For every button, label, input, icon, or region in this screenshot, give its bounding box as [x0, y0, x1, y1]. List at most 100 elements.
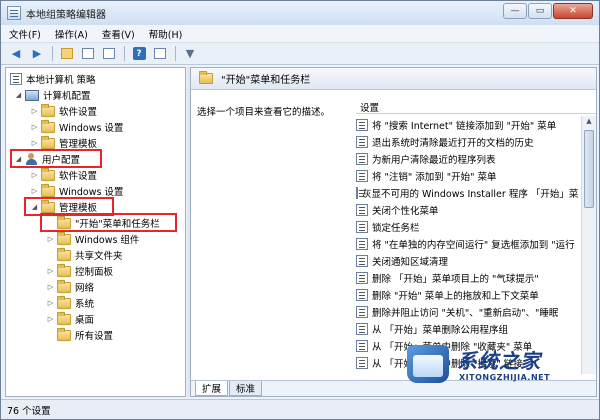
expand-arrow-icon[interactable]: ▷: [46, 283, 55, 291]
setting-label: 关闭个性化菜单: [372, 205, 439, 217]
expand-arrow-icon[interactable]: ▷: [30, 139, 39, 147]
setting-row[interactable]: 关闭个性化菜单: [356, 201, 578, 218]
policy-setting-icon: [356, 135, 368, 148]
settings-list: 将 "搜索 Internet" 链接添加到 "开始" 菜单 退出系统时清除最近打…: [356, 116, 578, 371]
tree-item-desktop[interactable]: ▷ 桌面: [46, 311, 94, 327]
tree-item-label: 网络: [75, 283, 95, 294]
tree-item-control-panel[interactable]: ▷ 控制面板: [46, 263, 113, 279]
setting-label: 删除并阻止访问 "关机"、"重新启动"、"睡眠: [372, 307, 559, 319]
expand-arrow-icon[interactable]: ▷: [30, 187, 39, 195]
setting-row[interactable]: 将 "在单独的内存空间运行" 复选框添加到 "运行: [356, 235, 578, 252]
window-title: 本地组策略编辑器: [26, 9, 106, 21]
help-icon[interactable]: ?: [130, 46, 148, 62]
scrollbar-thumb[interactable]: [584, 130, 594, 208]
tab-standard[interactable]: 标准: [229, 381, 263, 396]
tree-item-system[interactable]: ▷ 系统: [46, 295, 94, 311]
policy-setting-icon: [356, 152, 368, 165]
policy-setting-icon: [356, 118, 368, 131]
maximize-button[interactable]: ▭: [528, 3, 552, 19]
navigation-tree: 本地计算机 策略 ◢ 计算机配置 ▷ 软件设置 ▷ Windows 设置 ▷ 管…: [5, 67, 186, 397]
tree-item-label: 共享文件夹: [75, 251, 123, 262]
folder-icon: [41, 135, 55, 149]
collapse-arrow-icon[interactable]: ◢: [14, 91, 23, 99]
show-hide-tree-icon[interactable]: [79, 46, 97, 62]
back-icon[interactable]: ◀: [7, 46, 25, 62]
policy-setting-icon: [356, 322, 368, 335]
menu-bar: 文件(F) 操作(A) 查看(V) 帮助(H): [1, 25, 599, 43]
close-button[interactable]: ✕: [553, 3, 593, 19]
expand-arrow-icon[interactable]: ▷: [46, 315, 55, 323]
menu-view[interactable]: 查看(V): [102, 27, 135, 41]
forward-icon[interactable]: ▶: [28, 46, 46, 62]
expand-arrow-icon[interactable]: ▷: [30, 107, 39, 115]
setting-row[interactable]: 从 「开始」菜单删除公用程序组: [356, 320, 578, 337]
setting-label: 灰显不可用的 Windows Installer 程序 「开始」菜单: [362, 188, 578, 200]
details-title: "开始"菜单和任务栏: [221, 75, 311, 86]
setting-label: 从 「开始」菜单删除公用程序组: [372, 324, 509, 336]
up-folder-icon[interactable]: [58, 46, 76, 62]
tree-item-computer-config[interactable]: ◢ 计算机配置: [14, 87, 91, 103]
policy-setting-icon: [356, 186, 365, 199]
tree-item-software-settings[interactable]: ▷ 软件设置: [30, 103, 97, 119]
setting-row[interactable]: 将 "注销" 添加到 "开始" 菜单: [356, 167, 578, 184]
tree-item-label: 软件设置: [59, 171, 98, 182]
tree-item-label: 管理模板: [59, 139, 98, 150]
tree-item-label: Windows 组件: [75, 235, 140, 246]
watermark-text: 系统之家: [457, 349, 541, 373]
expand-arrow-icon[interactable]: ▷: [30, 171, 39, 179]
title-bar: 本地组策略编辑器 — ▭ ✕: [1, 1, 599, 25]
tree-item-label: 系统: [75, 299, 95, 310]
tree-item-all-settings[interactable]: 所有设置: [46, 327, 113, 343]
menu-help[interactable]: 帮助(H): [149, 27, 183, 41]
expand-arrow-icon[interactable]: ▷: [30, 123, 39, 131]
setting-row[interactable]: 关闭通知区域清理: [356, 252, 578, 269]
policy-icon: [10, 73, 22, 85]
setting-row[interactable]: 锁定任务栏: [356, 218, 578, 235]
tree-item-windows-settings[interactable]: ▷ Windows 设置: [30, 119, 123, 135]
expand-arrow-icon[interactable]: ▷: [46, 299, 55, 307]
properties-icon[interactable]: [151, 46, 169, 62]
tab-extended[interactable]: 扩展: [195, 381, 229, 396]
folder-icon: [41, 167, 55, 181]
setting-row[interactable]: 退出系统时清除最近打开的文档的历史: [356, 133, 578, 150]
setting-row[interactable]: 删除 "开始" 菜单上的拖放和上下文菜单: [356, 286, 578, 303]
setting-label: 为新用户清除最近的程序列表: [372, 154, 496, 166]
tree-item-label: 桌面: [75, 315, 95, 326]
tree-item-software-settings[interactable]: ▷ 软件设置: [30, 167, 97, 183]
tree-item-shared-folders[interactable]: 共享文件夹: [46, 247, 123, 263]
expand-arrow-icon[interactable]: ▷: [46, 235, 55, 243]
setting-row[interactable]: 灰显不可用的 Windows Installer 程序 「开始」菜单: [356, 184, 578, 201]
vertical-scrollbar[interactable]: ▲: [581, 116, 596, 374]
setting-label: 删除 "开始" 菜单上的拖放和上下文菜单: [372, 290, 539, 302]
policy-setting-icon: [356, 288, 368, 301]
tree-item-windows-components[interactable]: ▷ Windows 组件: [46, 231, 139, 247]
tree-item-network[interactable]: ▷ 网络: [46, 279, 94, 295]
setting-row[interactable]: 为新用户清除最近的程序列表: [356, 150, 578, 167]
tree-item-root[interactable]: 本地计算机 策略: [10, 71, 96, 87]
setting-row[interactable]: 删除并阻止访问 "关机"、"重新启动"、"睡眠: [356, 303, 578, 320]
menu-action[interactable]: 操作(A): [55, 27, 88, 41]
policy-setting-icon: [356, 356, 368, 369]
house-logo-icon: [407, 345, 449, 383]
gpedit-window: 本地组策略编辑器 — ▭ ✕ 文件(F) 操作(A) 查看(V) 帮助(H) ◀…: [0, 0, 600, 420]
setting-row[interactable]: 删除 「开始」菜单项目上的 "气球提示": [356, 269, 578, 286]
menu-file[interactable]: 文件(F): [9, 27, 41, 41]
watermark-subtext: XITONGZHIJIA.NET: [459, 373, 551, 382]
folder-icon: [41, 103, 55, 117]
scroll-up-icon[interactable]: ▲: [584, 117, 594, 127]
policy-setting-icon: [356, 237, 368, 250]
filter-icon[interactable]: ▼: [181, 46, 199, 62]
toolbar-separator: [175, 46, 176, 61]
tree-item-label: 软件设置: [59, 107, 98, 118]
minimize-button[interactable]: —: [503, 3, 527, 19]
highlight-start-menu-taskbar: [40, 213, 177, 232]
toolbar: ◀ ▶ ? ▼: [1, 43, 599, 65]
status-text: 76 个设置: [7, 405, 51, 417]
settings-column-header[interactable]: 设置: [356, 100, 596, 114]
folder-icon: [57, 247, 71, 261]
expand-arrow-icon[interactable]: ▷: [46, 267, 55, 275]
export-list-icon[interactable]: [100, 46, 118, 62]
all-settings-icon: [57, 327, 71, 341]
setting-row[interactable]: 将 "搜索 Internet" 链接添加到 "开始" 菜单: [356, 116, 578, 133]
highlight-user-config: [10, 149, 102, 168]
